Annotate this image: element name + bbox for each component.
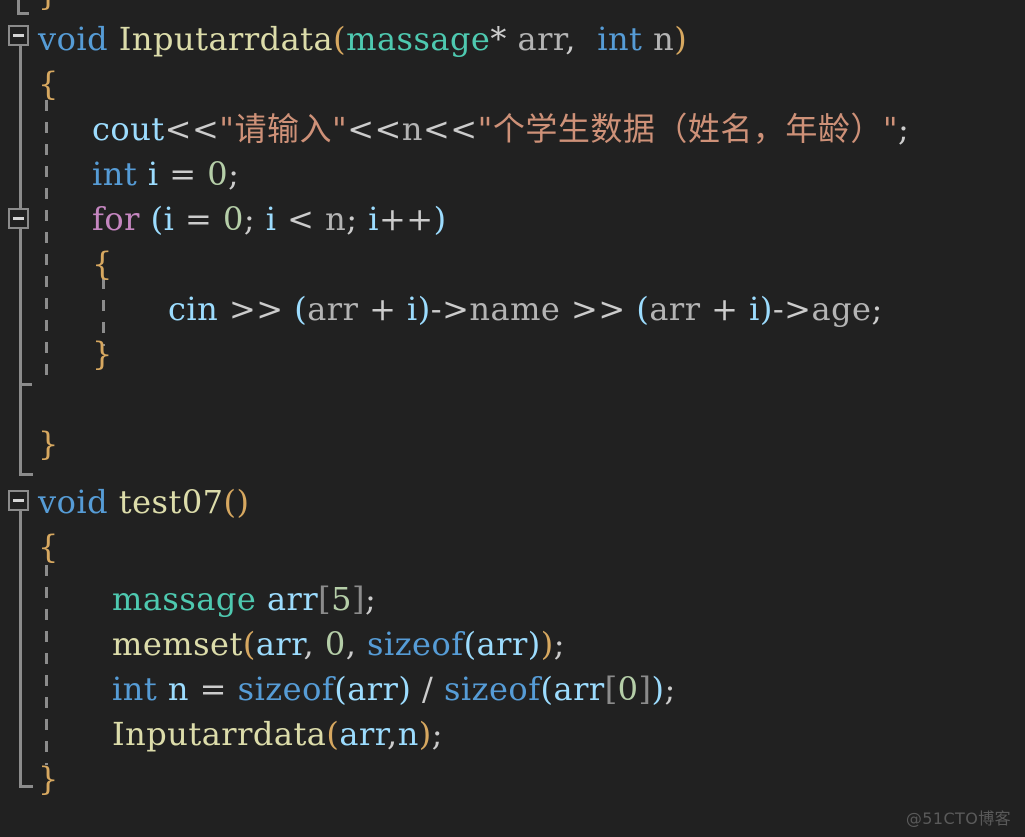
token-identifier-i: i xyxy=(147,155,159,193)
token-keyword-int-2: int xyxy=(92,155,138,193)
code-line-2[interactable]: { xyxy=(38,62,59,107)
token-identifier-cout: cout xyxy=(92,110,165,148)
token-identifier-cin: cin xyxy=(168,290,219,328)
token-member-name: name xyxy=(469,290,561,328)
token-type-massage-2: massage xyxy=(112,580,257,618)
code-content[interactable]: } void Inputarrdata(massage* arr, int n)… xyxy=(0,0,1025,837)
code-line-3[interactable]: cout<<"请输入"<<n<<"个学生数据（姓名，年龄）"; xyxy=(92,107,909,152)
watermark-51cto: @51CTO博客 xyxy=(905,809,1011,828)
code-line-18[interactable]: } xyxy=(38,757,59,802)
code-line-5[interactable]: for (i = 0; i < n; i++) xyxy=(92,197,447,242)
code-line-17[interactable]: Inputarrdata(arr,n); xyxy=(112,712,443,757)
token-keyword-void: void xyxy=(38,20,109,58)
token-paren-close-for: ) xyxy=(433,200,447,238)
token-keyword-sizeof-2: sizeof xyxy=(237,670,335,708)
token-semicolon: ; xyxy=(898,110,910,148)
token-function-inputarrdata: Inputarrdata xyxy=(118,20,334,58)
token-operator-shift-out-2: << xyxy=(347,110,402,148)
token-string-prompt-1: "请输入" xyxy=(219,110,348,148)
code-line-14[interactable]: massage arr[5]; xyxy=(112,577,376,622)
token-comma: , xyxy=(565,20,576,58)
token-brace-close: } xyxy=(38,0,59,13)
token-operator-shift-out-3: << xyxy=(422,110,478,148)
token-operator-star: * xyxy=(490,20,507,58)
token-identifier-n-2: n xyxy=(167,670,189,708)
code-line-0[interactable]: } xyxy=(38,0,59,17)
token-bracket-open: [ xyxy=(318,580,332,618)
token-identifier-n: n xyxy=(401,110,423,148)
code-line-11[interactable]: void test07() xyxy=(38,480,250,525)
token-function-call-inputarrdata: Inputarrdata xyxy=(112,715,327,753)
token-keyword-for: for xyxy=(92,200,140,238)
code-line-16[interactable]: int n = sizeof(arr) / sizeof(arr[0]); xyxy=(112,667,676,712)
code-line-1[interactable]: void Inputarrdata(massage* arr, int n) xyxy=(38,17,687,62)
token-keyword-sizeof: sizeof xyxy=(367,625,464,663)
code-line-8[interactable]: } xyxy=(92,332,113,377)
token-param-n: n xyxy=(653,20,675,58)
code-line-10[interactable]: } xyxy=(38,422,59,467)
token-keyword-int-3: int xyxy=(112,670,158,708)
token-keyword-void-2: void xyxy=(38,483,109,521)
token-identifier-arr: arr xyxy=(266,580,319,618)
code-line-15[interactable]: memset(arr, 0, sizeof(arr)); xyxy=(112,622,565,667)
token-function-memset: memset xyxy=(112,625,243,663)
token-operator-divide: / xyxy=(411,670,444,708)
token-string-prompt-2: "个学生数据（姓名，年龄）" xyxy=(477,110,899,148)
code-line-12[interactable]: { xyxy=(38,525,59,570)
code-line-7[interactable]: cin >> (arr + i)->name >> (arr + i)->age… xyxy=(168,287,883,332)
token-keyword-sizeof-3: sizeof xyxy=(443,670,541,708)
token-operator-shift-out: << xyxy=(164,110,220,148)
token-function-test07: test07 xyxy=(118,483,224,521)
token-brace-open: { xyxy=(38,65,59,103)
token-number-five: 5 xyxy=(331,580,352,618)
token-keyword-int: int xyxy=(597,20,643,58)
code-line-4[interactable]: int i = 0; xyxy=(92,152,239,197)
code-editor[interactable]: } void Inputarrdata(massage* arr, int n)… xyxy=(0,0,1025,837)
token-operator-arrow-2: -> xyxy=(772,290,812,328)
token-param-arr: arr xyxy=(517,20,566,58)
token-type-massage: massage xyxy=(346,20,491,58)
token-member-age: age xyxy=(811,290,872,328)
token-paren-open: ( xyxy=(333,20,347,58)
token-number-zero: 0 xyxy=(207,155,229,193)
token-paren-close: ) xyxy=(674,20,688,58)
code-line-6[interactable]: { xyxy=(92,242,113,287)
token-operator-arrow: -> xyxy=(430,290,470,328)
token-bracket-close: ] xyxy=(351,580,365,618)
token-paren-open-for: ( xyxy=(150,200,164,238)
